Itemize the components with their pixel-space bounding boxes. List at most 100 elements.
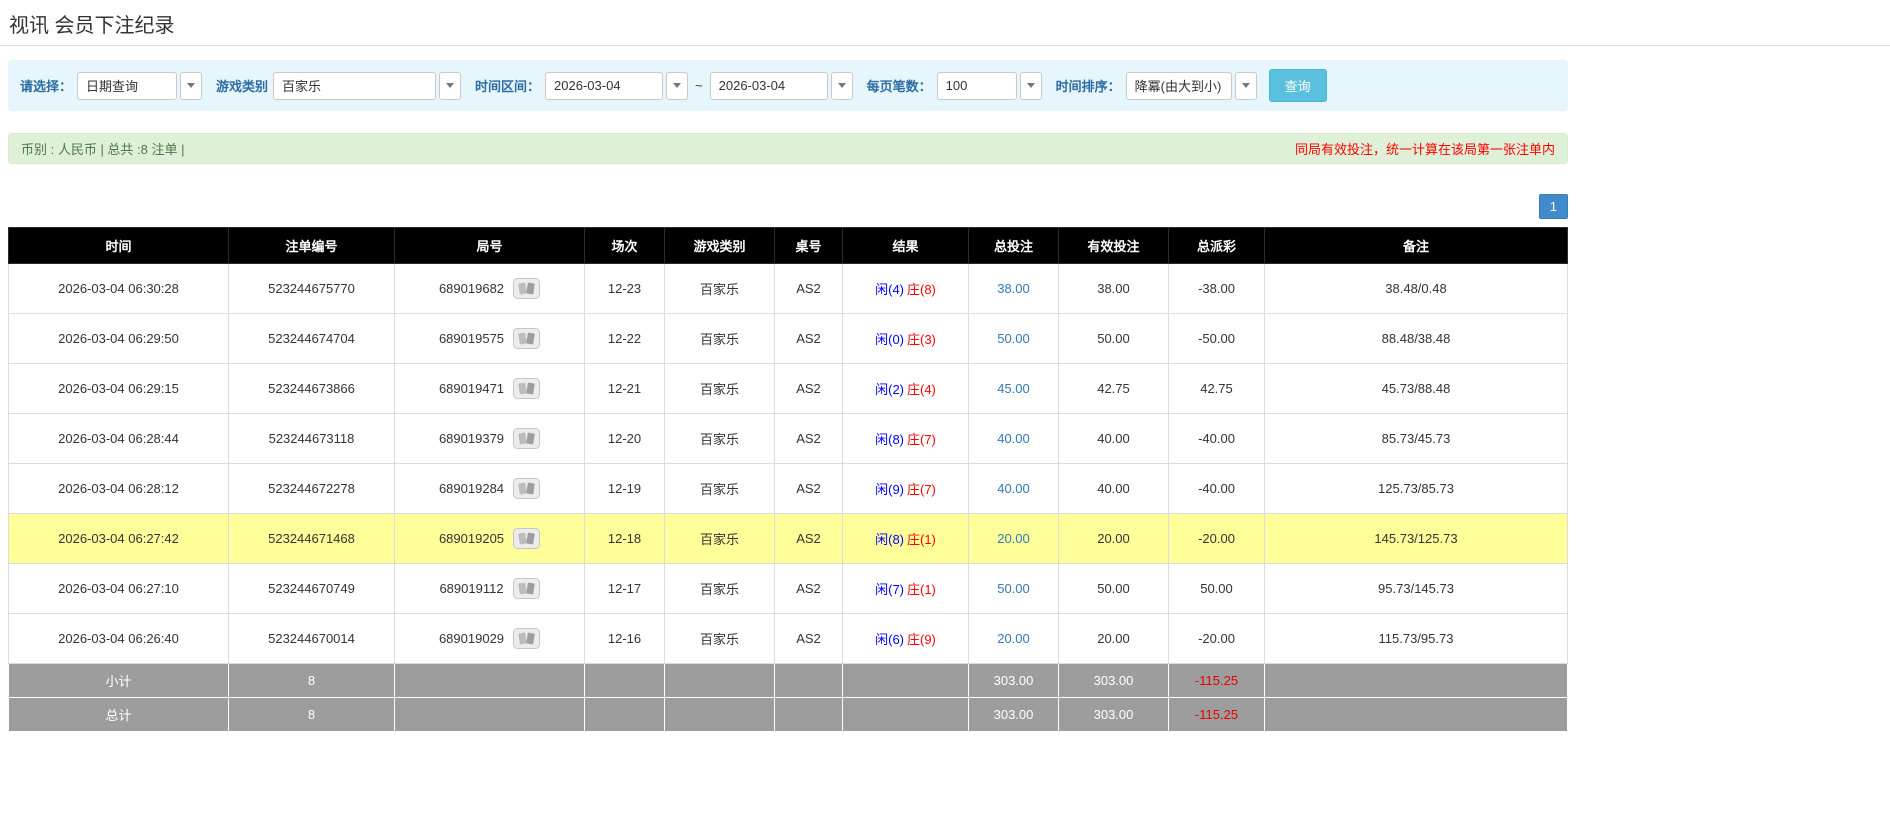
replay-icon[interactable] (513, 428, 541, 449)
sort-order-input[interactable] (1125, 71, 1232, 100)
cell-bet-id: 523244673866 (228, 363, 395, 414)
cell-round-id: 689019682 (394, 263, 585, 314)
replay-icon[interactable] (513, 378, 541, 399)
total-bet-link[interactable]: 40.00 (997, 481, 1030, 496)
result-banker: 庄(1) (907, 582, 936, 597)
total-bet-link[interactable]: 38.00 (997, 281, 1030, 296)
total-empty-cell (842, 697, 969, 732)
currency-summary-text: 币别 : 人民币 | 总共 :8 注单 | (21, 142, 185, 157)
date-from-input[interactable] (545, 71, 664, 100)
date-to-input[interactable] (709, 71, 828, 100)
total-valid-bet: 303.00 (1058, 697, 1169, 732)
result-banker: 庄(8) (907, 282, 936, 297)
replay-icon[interactable] (513, 328, 541, 349)
cell-bet-id: 523244673118 (228, 413, 395, 464)
cell-result: 闲(9) 庄(7) (842, 463, 969, 514)
round-id-text: 689019029 (438, 631, 505, 646)
result-banker: 庄(7) (907, 432, 936, 447)
cell-session: 12-17 (584, 563, 665, 614)
search-button[interactable]: 查询 (1268, 69, 1327, 102)
subtotal-payout: -115.25 (1168, 663, 1265, 698)
cell-session: 12-16 (584, 613, 665, 664)
round-id-text: 689019284 (438, 481, 505, 496)
replay-icon[interactable] (513, 478, 541, 499)
result-banker: 庄(1) (907, 532, 936, 547)
cell-total-bet: 20.00 (968, 513, 1059, 564)
subtotal-row: 小计 8 303.00 303.00 -115.25 (8, 663, 1568, 698)
cell-result: 闲(8) 庄(7) (842, 413, 969, 464)
cell-time: 2026-03-04 06:27:42 (8, 513, 229, 564)
cell-result: 闲(0) 庄(3) (842, 313, 969, 364)
total-bet-link[interactable]: 50.00 (997, 331, 1030, 346)
cell-game-type: 百家乐 (664, 463, 775, 514)
cell-remark: 115.73/95.73 (1264, 613, 1568, 664)
valid-bet-note: 同局有效投注，统一计算在该局第一张注单内 (1294, 142, 1555, 157)
filter-bar: 请选择： 游戏类别 时间区间： ~ 每页笔数： (8, 60, 1568, 111)
cell-payout: -40.00 (1168, 413, 1265, 464)
cell-round-id: 689019575 (394, 313, 585, 364)
page-size-input[interactable] (936, 71, 1017, 100)
cell-payout: -38.00 (1168, 263, 1265, 314)
replay-icon[interactable] (513, 528, 541, 549)
cell-time: 2026-03-04 06:29:15 (8, 363, 229, 414)
chevron-down-icon[interactable] (1234, 71, 1257, 100)
result-banker: 庄(4) (907, 382, 936, 397)
chevron-down-icon[interactable] (666, 71, 689, 100)
cell-round-id: 689019029 (394, 613, 585, 664)
result-player: 闲(9) (875, 482, 904, 497)
cell-bet-id: 523244670749 (228, 563, 395, 614)
header-game-type: 游戏类别 (664, 227, 775, 264)
subtotal-empty-cell (394, 663, 585, 698)
cell-payout: -40.00 (1168, 463, 1265, 514)
query-type-input[interactable] (77, 71, 178, 100)
cell-game-type: 百家乐 (664, 263, 775, 314)
bet-table-body: 2026-03-04 06:30:28 523244675770 6890196… (8, 263, 1568, 664)
table-row: 2026-03-04 06:27:10 523244670749 6890191… (8, 563, 1568, 614)
cell-valid-bet: 20.00 (1058, 513, 1169, 564)
chevron-down-icon[interactable] (439, 71, 462, 100)
chevron-down-icon[interactable] (1019, 71, 1042, 100)
result-player: 闲(4) (875, 282, 904, 297)
cell-result: 闲(8) 庄(1) (842, 513, 969, 564)
page-button-1[interactable]: 1 (1538, 194, 1568, 219)
replay-icon[interactable] (513, 278, 541, 299)
subtotal-empty-cell (774, 663, 843, 698)
cell-game-type: 百家乐 (664, 563, 775, 614)
cell-valid-bet: 38.00 (1058, 263, 1169, 314)
cell-time: 2026-03-04 06:27:10 (8, 563, 229, 614)
total-empty-cell (1264, 697, 1568, 732)
sort-order-label: 时间排序： (1055, 79, 1121, 94)
game-type-input[interactable] (273, 71, 437, 100)
cell-valid-bet: 40.00 (1058, 413, 1169, 464)
total-row: 总计 8 303.00 303.00 -115.25 (8, 697, 1568, 732)
cell-total-bet: 38.00 (968, 263, 1059, 314)
total-bet-link[interactable]: 50.00 (997, 581, 1030, 596)
cell-session: 12-21 (584, 363, 665, 414)
page: 视讯 会员下注纪录 请选择： 游戏类别 时间区间： ~ (0, 0, 1890, 732)
game-type-combo (273, 71, 462, 100)
total-bet-link[interactable]: 20.00 (997, 531, 1030, 546)
cell-payout: 50.00 (1168, 563, 1265, 614)
chevron-down-icon[interactable] (830, 71, 853, 100)
query-type-label: 请选择： (20, 79, 73, 94)
total-bet-link[interactable]: 20.00 (997, 631, 1030, 646)
cell-total-bet: 20.00 (968, 613, 1059, 664)
date-from-combo (545, 71, 689, 100)
header-result: 结果 (842, 227, 969, 264)
header-table-no: 桌号 (774, 227, 843, 264)
subtotal-empty-cell (664, 663, 775, 698)
replay-icon[interactable] (513, 628, 541, 649)
page-size-label: 每页笔数： (866, 79, 932, 94)
chevron-down-icon[interactable] (180, 71, 203, 100)
cell-valid-bet: 40.00 (1058, 463, 1169, 514)
cell-session: 12-19 (584, 463, 665, 514)
cell-remark: 85.73/45.73 (1264, 413, 1568, 464)
total-bet-link[interactable]: 40.00 (997, 431, 1030, 446)
replay-icon[interactable] (512, 578, 540, 599)
cell-table-no: AS2 (774, 513, 843, 564)
total-bet-link[interactable]: 45.00 (997, 381, 1030, 396)
total-empty-cell (394, 697, 585, 732)
cell-total-bet: 50.00 (968, 563, 1059, 614)
date-to-combo (709, 71, 853, 100)
round-id-text: 689019205 (438, 531, 505, 546)
